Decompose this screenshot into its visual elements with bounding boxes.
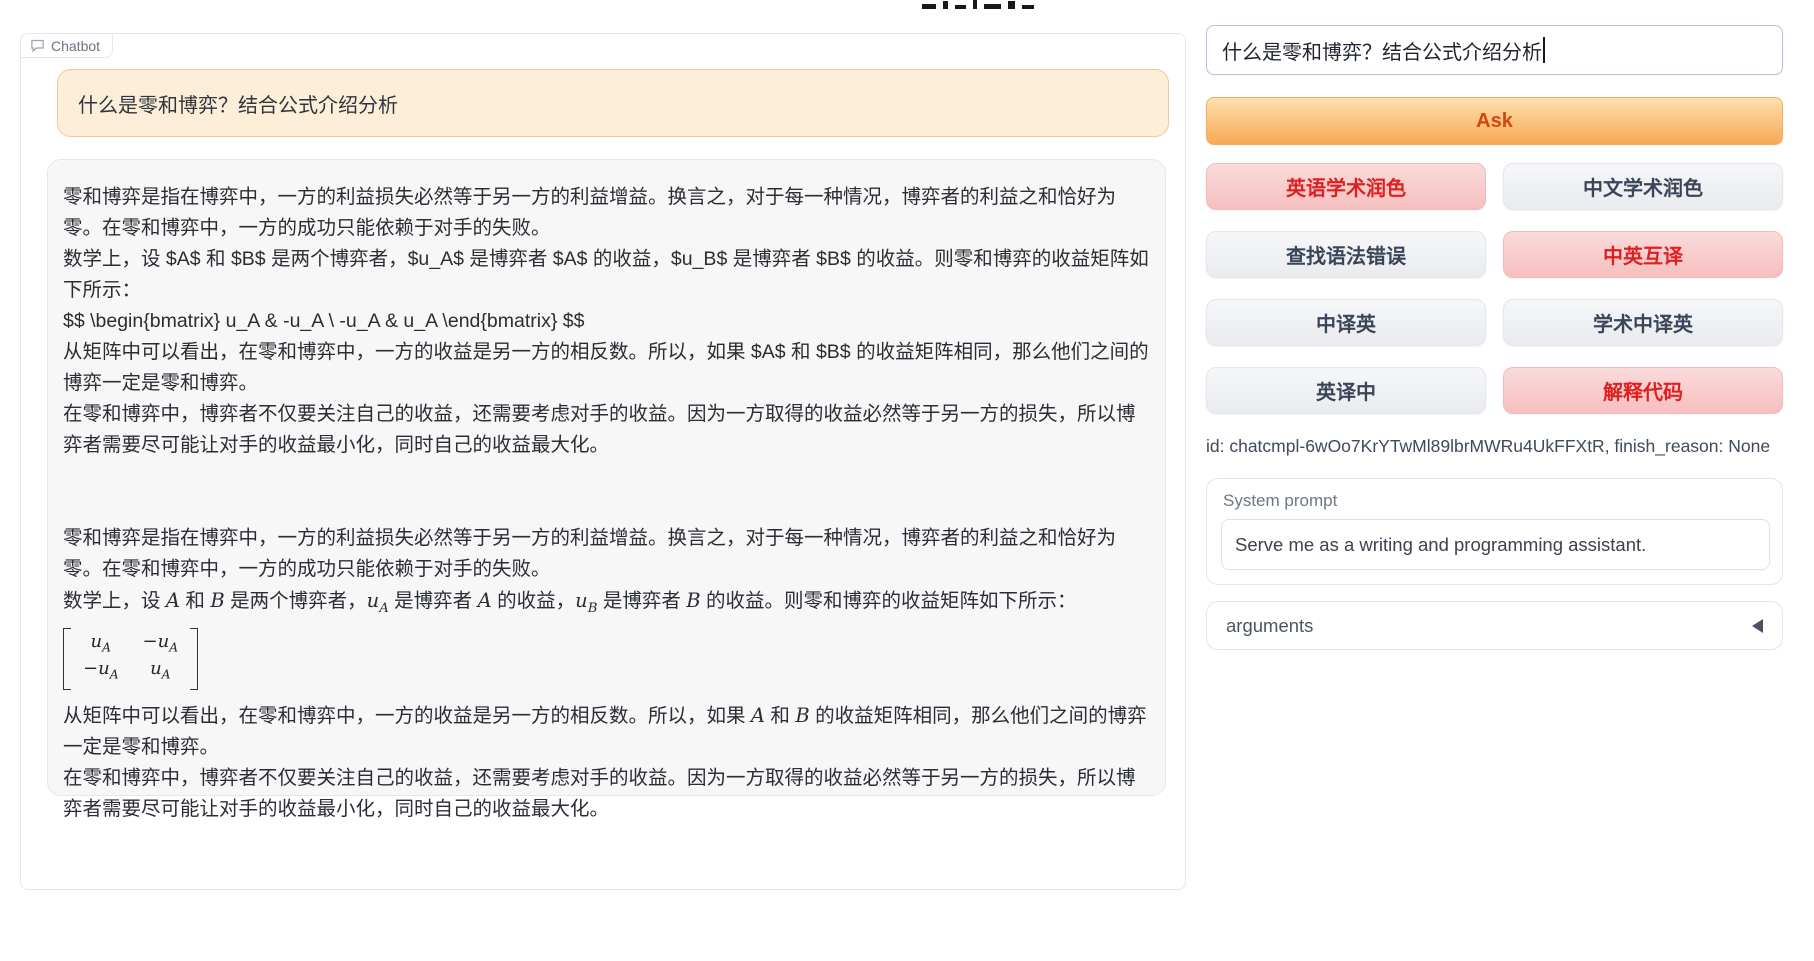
quick-button-zh-en-mutual-translate[interactable]: 中英互译: [1503, 231, 1783, 278]
chatbot-label-chip: Chatbot: [21, 34, 113, 58]
text-caret: [1543, 37, 1545, 63]
quick-button-find-grammar-errors[interactable]: 查找语法错误: [1206, 231, 1486, 278]
user-message-text: 什么是零和博弈？结合公式介绍分析: [78, 89, 398, 118]
app-root: Chatbot 什么是零和博弈？结合公式介绍分析 零和博弈是指在博弈中，一方的利…: [0, 0, 1814, 961]
question-input-value: 什么是零和博弈？结合公式介绍分析: [1222, 36, 1542, 65]
bot-raw-latex-line: $$ \begin{bmatrix} u_A & -u_A \ -u_A & u…: [63, 306, 1150, 337]
ask-button[interactable]: Ask: [1206, 97, 1783, 145]
bot-raw-paragraph-2: 数学上，设 $A$ 和 $B$ 是两个博弈者，$u_A$ 是博弈者 $A$ 的收…: [63, 244, 1150, 306]
matrix-bracket-right: [190, 628, 198, 690]
bot-rendered-paragraph-5: 在零和博弈中，博弈者不仅要关注自己的收益，还需要考虑对手的收益。因为一方取得的收…: [63, 763, 1150, 825]
quick-button-label: 英译中: [1316, 376, 1376, 405]
user-message-bubble: 什么是零和博弈？结合公式介绍分析: [57, 69, 1169, 137]
quick-button-label: 解释代码: [1603, 376, 1683, 405]
quick-button-academic-zh-to-en[interactable]: 学术中译英: [1503, 299, 1783, 346]
quick-button-label: 查找语法错误: [1286, 240, 1406, 269]
matrix-cell-r2c1: −uA: [83, 658, 119, 686]
bot-rendered-paragraph-2: 数学上，设 A 和 B 是两个博弈者，uA 是博弈者 A 的收益，uB 是博弈者…: [63, 585, 1150, 624]
bot-raw-paragraph-5: 在零和博弈中，博弈者不仅要关注自己的收益，还需要考虑对手的收益。因为一方取得的收…: [63, 399, 1150, 461]
bot-rendered-paragraph-1: 零和博弈是指在博弈中，一方的利益损失必然等于另一方的利益增益。换言之，对于每一种…: [63, 523, 1150, 585]
quick-button-chinese-academic-polish[interactable]: 中文学术润色: [1503, 163, 1783, 210]
matrix-grid: uA −uA −uA uA: [71, 628, 190, 690]
system-prompt-label: System prompt: [1223, 491, 1337, 511]
question-input[interactable]: 什么是零和博弈？结合公式介绍分析: [1206, 25, 1783, 75]
bot-raw-paragraph-1: 零和博弈是指在博弈中，一方的利益损失必然等于另一方的利益增益。换言之，对于每一种…: [63, 182, 1150, 244]
ask-button-label: Ask: [1476, 110, 1513, 133]
clipped-page-title-fragment: [922, 0, 1042, 9]
arguments-accordion-label: arguments: [1226, 615, 1313, 637]
system-prompt-input[interactable]: Serve me as a writing and programming as…: [1221, 519, 1770, 570]
system-prompt-value: Serve me as a writing and programming as…: [1235, 534, 1646, 556]
quick-button-label: 中译英: [1316, 308, 1376, 337]
bot-raw-paragraph-4: 从矩阵中可以看出，在零和博弈中，一方的收益是另一方的相反数。所以，如果 $A$ …: [63, 337, 1150, 399]
matrix-cell-r2c2: uA: [143, 658, 179, 686]
quick-button-label: 中英互译: [1603, 240, 1683, 269]
quick-button-label: 英语学术润色: [1286, 172, 1406, 201]
chatbot-label: Chatbot: [51, 38, 100, 54]
payoff-matrix: uA −uA −uA uA: [63, 628, 198, 690]
matrix-cell-r1c1: uA: [83, 631, 119, 659]
paragraph-gap: [63, 461, 1150, 523]
matrix-bracket-left: [63, 628, 71, 690]
chat-bubble-icon: [30, 38, 45, 53]
quick-button-en-to-zh[interactable]: 英译中: [1206, 367, 1486, 414]
quick-button-zh-to-en[interactable]: 中译英: [1206, 299, 1486, 346]
quick-button-label: 中文学术润色: [1583, 172, 1703, 201]
matrix-cell-r1c2: −uA: [143, 631, 179, 659]
system-prompt-group: System prompt Serve me as a writing and …: [1206, 478, 1783, 585]
quick-button-label: 学术中译英: [1593, 308, 1693, 337]
chatbot-panel[interactable]: Chatbot 什么是零和博弈？结合公式介绍分析 零和博弈是指在博弈中，一方的利…: [20, 33, 1186, 890]
quick-button-explain-code[interactable]: 解释代码: [1503, 367, 1783, 414]
bot-message-bubble: 零和博弈是指在博弈中，一方的利益损失必然等于另一方的利益增益。换言之，对于每一种…: [47, 159, 1166, 796]
quick-button-english-academic-polish[interactable]: 英语学术润色: [1206, 163, 1486, 210]
arguments-accordion[interactable]: arguments: [1206, 601, 1783, 650]
bot-rendered-paragraph-4: 从矩阵中可以看出，在零和博弈中，一方的收益是另一方的相反数。所以，如果 A 和 …: [63, 700, 1150, 763]
collapse-arrow-icon: [1752, 619, 1763, 633]
completion-id-status: id: chatcmpl-6wOo7KrYTwMl89lbrMWRu4UkFFX…: [1206, 436, 1770, 457]
